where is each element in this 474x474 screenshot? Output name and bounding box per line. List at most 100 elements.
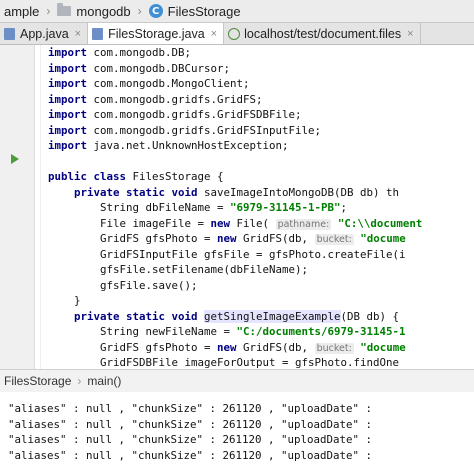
indent-guide [40, 45, 41, 369]
code-token: private static void [74, 185, 205, 199]
java-file-icon [92, 27, 104, 40]
close-tab-icon[interactable]: × [407, 28, 413, 40]
console-line: "aliases" : null , "chunkSize" : 261120 … [8, 417, 373, 431]
code-line: public class FilesStorage { [48, 169, 474, 185]
code-token: "C:/documents/6979-31145-1 [236, 325, 406, 338]
code-token: FilesStorage { [132, 170, 224, 183]
console-line: "aliases" : null , "chunkSize" : 261120 … [8, 402, 373, 415]
code-token: new [217, 232, 244, 245]
code-token: import [48, 108, 94, 121]
code-token: com.mongodb.DB; [93, 46, 192, 59]
breadcrumb-separator: › [77, 374, 82, 388]
code-token: File imageFile = [100, 216, 211, 230]
code-token: ; [340, 201, 348, 214]
breadcrumb-item[interactable]: ample [0, 4, 43, 19]
code-token: gfsFile.setFilename(dbFileName); [100, 263, 309, 276]
console-line: "aliases" : null , "chunkSize" : 261120 … [8, 448, 373, 462]
breadcrumb-item-label: ample [4, 3, 40, 19]
code-token: com.mongodb.MongoClient; [93, 77, 250, 90]
code-line: import com.mongodb.MongoClient; [48, 76, 474, 92]
breadcrumb-item-label: FilesStorage [167, 3, 241, 19]
code-token: import [48, 46, 94, 59]
code-token: getSingleImageExample [204, 309, 341, 323]
code-token: GridFS gfsPhoto = [100, 340, 218, 354]
editor-tab[interactable]: FilesStorage.java × [88, 23, 225, 44]
web-resource-icon [228, 27, 241, 40]
tab-label: localhost/test/document.files [244, 26, 402, 41]
code-line: gfsFile.save(); [48, 278, 474, 294]
code-token: GridFSInputFile gfsFile = gfsPhoto.creat… [100, 247, 406, 261]
close-tab-icon[interactable]: × [75, 28, 81, 40]
code-token: public class [48, 170, 133, 183]
class-icon: C [148, 4, 163, 18]
code-line: String dbFileName = "6979-31145-1-PB"; [48, 200, 474, 216]
code-token: "docume [360, 232, 406, 245]
navigation-breadcrumb: ample › mongodb › C FilesStorage [0, 0, 474, 23]
code-token: import [48, 61, 94, 75]
code-line: private static void getSingleImageExampl… [48, 309, 474, 325]
editor-gutter [0, 45, 35, 369]
code-line: gfsFile.setFilename(dbFileName); [48, 262, 474, 278]
code-line: import com.mongodb.gridfs.GridFSInputFil… [48, 123, 474, 139]
code-token: import [48, 123, 94, 137]
breadcrumb-chevron-icon: › [46, 4, 51, 18]
run-console[interactable]: "aliases" : null , "chunkSize" : 261120 … [0, 392, 474, 474]
code-line: import java.net.UnknownHostException; [48, 138, 474, 154]
console-line: "aliases" : null , "chunkSize" : 261120 … [8, 433, 373, 446]
code-token: import [48, 92, 94, 106]
breadcrumb-chevron-icon: › [137, 4, 142, 18]
code-line: GridFS gfsPhoto = new GridFS(db, bucket:… [48, 340, 474, 356]
close-tab-icon[interactable]: × [211, 28, 217, 40]
code-token: import [48, 77, 94, 90]
code-token: GridFSDBFile imageForOutput = gfsPhoto.f… [100, 356, 400, 369]
code-editor[interactable]: import com.mongodb.DB; import com.mongodb… [0, 45, 474, 369]
code-token: com.mongodb.gridfs.GridFS; [93, 92, 263, 106]
code-lines[interactable]: import com.mongodb.DB; import com.mongodb… [48, 45, 474, 369]
code-line: import com.mongodb.DBCursor; [48, 61, 474, 77]
code-token: com.mongodb.gridfs.GridFSInputFile; [93, 123, 322, 137]
breadcrumb-method[interactable]: main() [83, 374, 125, 388]
code-line: GridFS gfsPhoto = new GridFS(db, bucket:… [48, 231, 474, 247]
code-line: GridFSDBFile imageForOutput = gfsPhoto.f… [48, 355, 474, 369]
code-line: private static void saveImageIntoMongoDB… [48, 185, 474, 201]
code-token: GridFS(db, [243, 340, 315, 354]
code-line: File imageFile = new File( pathname: "C:… [48, 216, 474, 232]
code-line: } [48, 293, 474, 309]
code-token: com.mongodb.DBCursor; [93, 61, 231, 75]
parameter-hint: bucket: [314, 342, 354, 354]
parameter-hint: bucket: [314, 234, 354, 245]
code-line: import com.mongodb.gridfs.GridFSDBFile; [48, 107, 474, 123]
code-token: } [74, 294, 81, 307]
code-token: (DB db) { [340, 309, 400, 323]
code-line: String newFileName = "C:/documents/6979-… [48, 324, 474, 340]
tab-label: App.java [20, 26, 69, 41]
breadcrumb-item[interactable]: C FilesStorage [145, 4, 245, 19]
editor-tab[interactable]: App.java × [0, 23, 89, 44]
breadcrumb-class[interactable]: FilesStorage [0, 374, 75, 388]
code-token: new [217, 340, 244, 354]
editor-tabs: App.java × FilesStorage.java × localhost/tes… [0, 23, 474, 45]
tab-label: FilesStorage.java [108, 26, 205, 41]
code-token: GridFS gfsPhoto = [100, 232, 218, 245]
code-token: com.mongodb.gridfs.GridFSDBFile; [93, 108, 302, 121]
code-line: GridFSInputFile gfsFile = gfsPhoto.creat… [48, 247, 474, 263]
code-token: private static void [74, 309, 205, 323]
code-token: saveImageIntoMongoDB(DB db) th [204, 185, 400, 199]
java-file-icon [4, 27, 15, 40]
code-line: import com.mongodb.DB; [48, 45, 474, 61]
code-token: File( [236, 216, 276, 230]
code-token: "C:\\document [337, 216, 423, 230]
editor-tab[interactable]: localhost/test/document.files × [224, 23, 421, 44]
parameter-hint: pathname: [275, 218, 332, 230]
code-token: import [48, 139, 94, 152]
breadcrumb-item-label: mongodb [76, 3, 131, 19]
breadcrumb-item[interactable]: mongodb [53, 3, 134, 19]
run-class-icon[interactable] [11, 154, 19, 164]
folder-icon [57, 3, 72, 16]
editor-breadcrumb: FilesStorage › main() [0, 369, 474, 393]
code-token: new [210, 216, 237, 230]
code-token: GridFS(db, [243, 232, 315, 245]
code-token: String newFileName = [100, 325, 237, 338]
code-token: java.net.UnknownHostException; [93, 139, 289, 152]
